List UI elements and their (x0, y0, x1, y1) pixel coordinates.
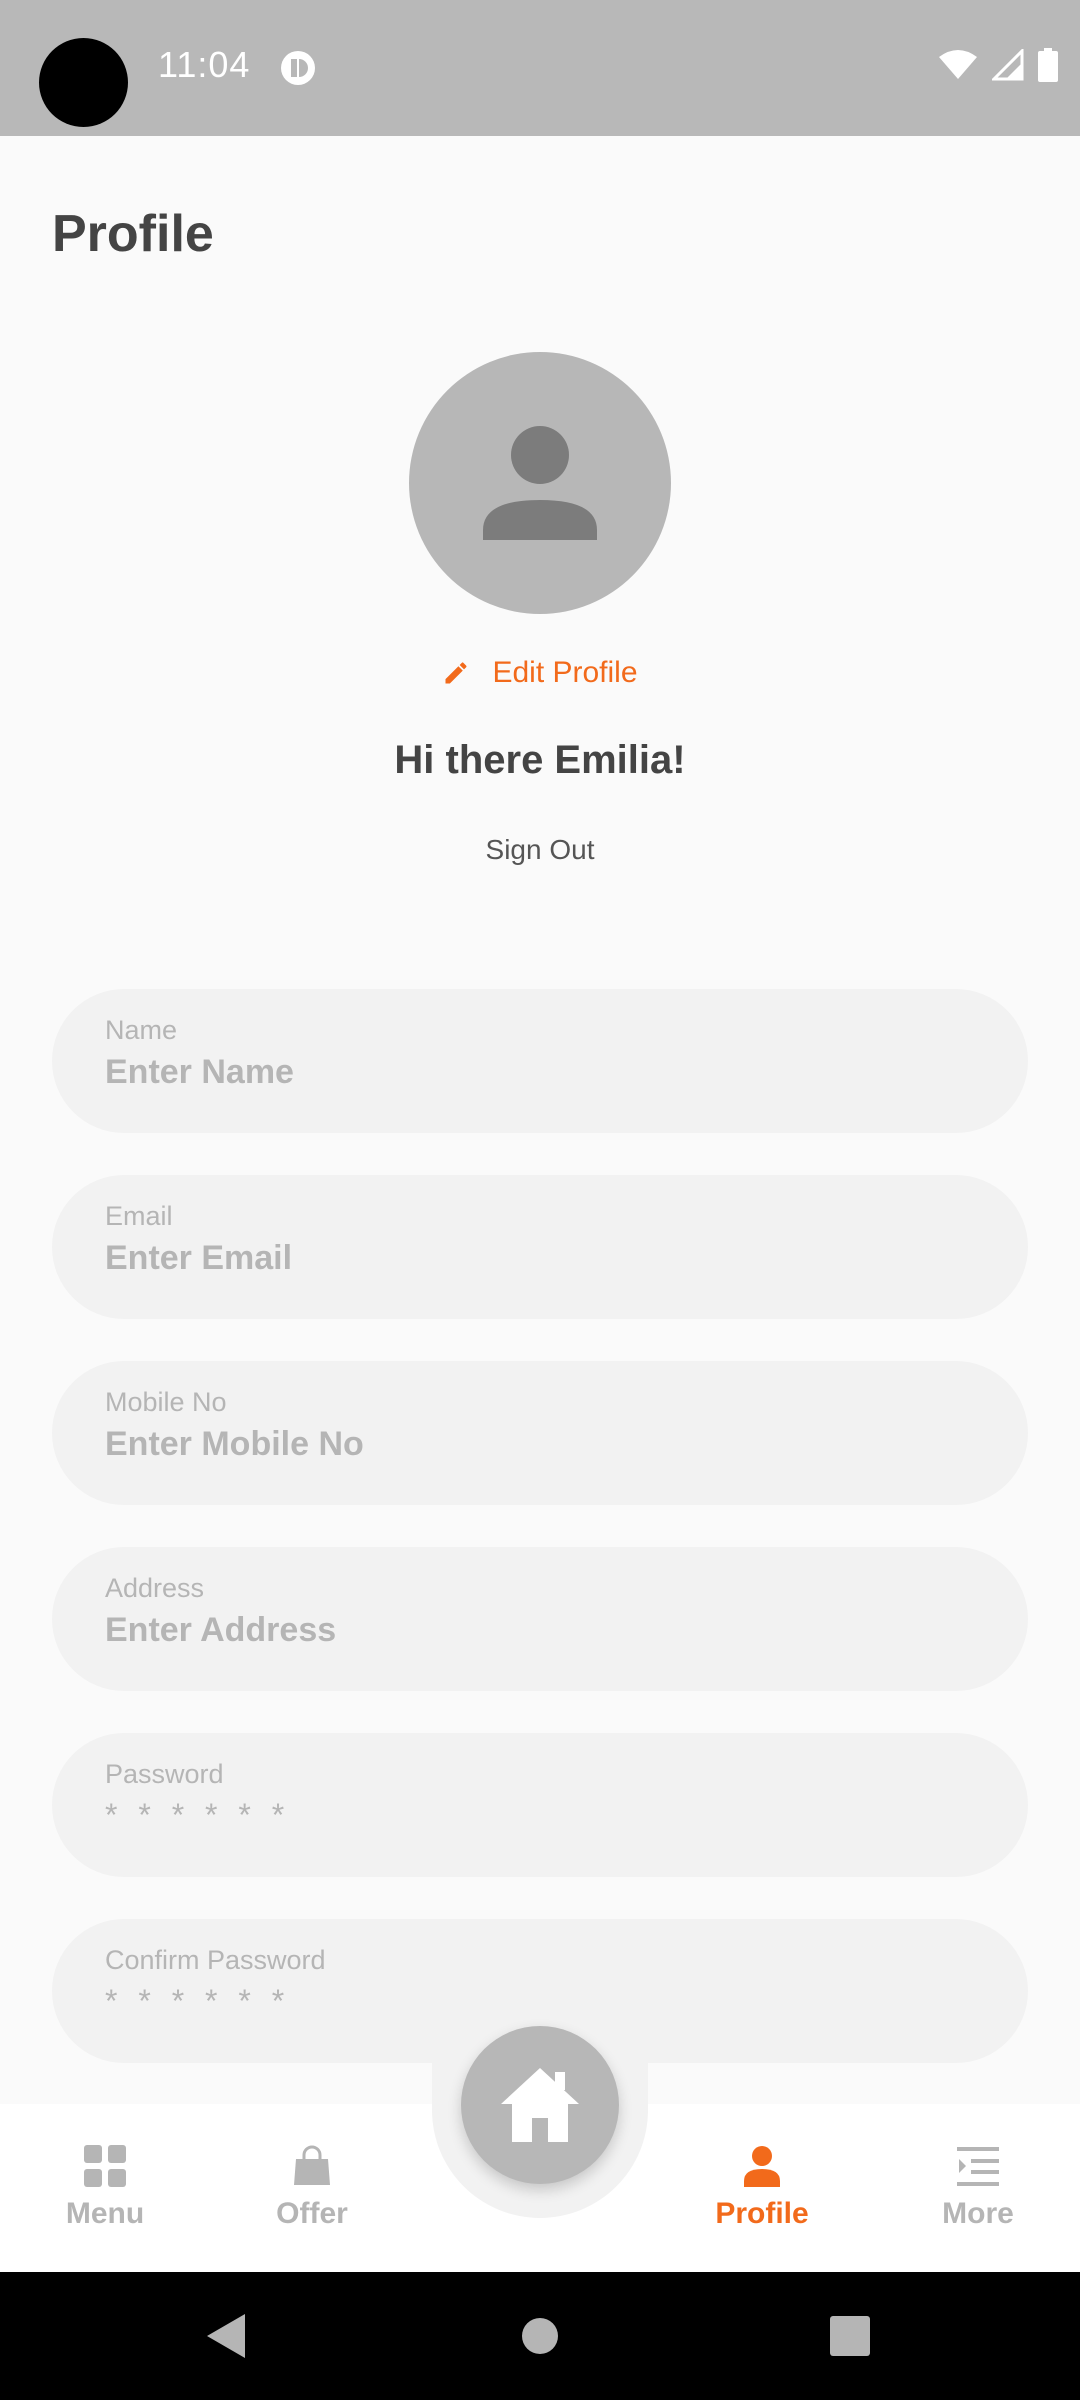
grid-icon (84, 2145, 126, 2187)
nav-item-offer[interactable]: Offer (254, 2104, 370, 2272)
edit-profile-label: Edit Profile (492, 656, 638, 689)
camera-cutout (39, 38, 128, 127)
sign-out-button[interactable]: Sign Out (0, 834, 1080, 866)
page-title: Profile (52, 205, 214, 263)
shopping-bag-icon (294, 2145, 330, 2185)
notification-app-icon (281, 51, 315, 85)
password-field-label: Password (105, 1759, 224, 1789)
nav-label-more: More (942, 2197, 1014, 2230)
edit-profile-button[interactable]: Edit Profile (0, 656, 1080, 690)
home-button[interactable] (461, 2026, 619, 2184)
battery-icon (1038, 48, 1058, 82)
email-field-label: Email (105, 1201, 173, 1231)
name-field[interactable]: Name Enter Name (52, 989, 1028, 1133)
nav-item-more[interactable]: More (920, 2104, 1036, 2272)
person-icon (483, 426, 597, 540)
home-circle-icon (522, 2318, 558, 2354)
name-field-label: Name (105, 1015, 178, 1045)
recents-square-icon (830, 2316, 870, 2356)
list-menu-icon (957, 2147, 999, 2186)
home-icon (501, 2068, 579, 2142)
email-field-placeholder: Enter Email (105, 1239, 293, 1277)
signal-icon (992, 49, 1024, 81)
mobile-field-label: Mobile No (105, 1387, 227, 1417)
back-triangle-icon (207, 2314, 245, 2358)
confirm-password-field-value: * * * * * * (105, 1983, 291, 2019)
address-field-placeholder: Enter Address (105, 1611, 337, 1649)
mobile-field-placeholder: Enter Mobile No (105, 1425, 364, 1463)
password-field[interactable]: Password * * * * * * (52, 1733, 1028, 1877)
recents-button[interactable] (820, 2272, 880, 2400)
status-time: 11:04 (158, 44, 251, 85)
person-icon (744, 2146, 780, 2187)
confirm-password-field-label: Confirm Password (105, 1945, 326, 1975)
status-bar: 11:04 (0, 0, 1080, 136)
nav-item-profile[interactable]: Profile (704, 2104, 820, 2272)
wifi-icon (939, 50, 977, 79)
status-icons (938, 48, 1058, 82)
home-system-button[interactable] (510, 2272, 570, 2400)
nav-label-offer: Offer (276, 2197, 348, 2230)
back-button[interactable] (196, 2272, 256, 2400)
address-field[interactable]: Address Enter Address (52, 1547, 1028, 1691)
password-field-value: * * * * * * (105, 1797, 291, 1833)
avatar[interactable] (409, 352, 671, 614)
pencil-icon (445, 662, 467, 684)
nav-label-profile: Profile (715, 2197, 809, 2230)
name-field-placeholder: Enter Name (105, 1053, 294, 1091)
nav-label-menu: Menu (65, 2197, 145, 2230)
mobile-field[interactable]: Mobile No Enter Mobile No (52, 1361, 1028, 1505)
greeting-text: Hi there Emilia! (394, 738, 686, 782)
email-field[interactable]: Email Enter Email (52, 1175, 1028, 1319)
system-nav-bar (0, 2272, 1080, 2400)
address-field-label: Address (105, 1573, 205, 1603)
nav-item-menu[interactable]: Menu (44, 2104, 166, 2272)
